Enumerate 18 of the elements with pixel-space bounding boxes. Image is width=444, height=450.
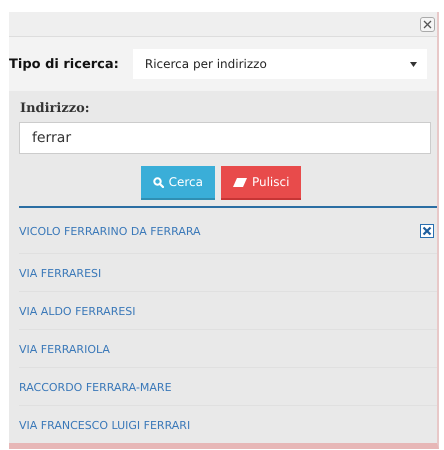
close-button[interactable] [420,16,435,32]
search-icon [152,176,164,188]
close-icon [423,20,432,28]
result-link[interactable]: VIA FRANCESCO LUIGI FERRARI [19,418,190,432]
clear-button[interactable]: Pulisci [220,166,302,200]
address-label: Indirizzo: [20,101,91,116]
result-link[interactable]: VICOLO FERRARINO DA FERRARA [19,224,201,238]
result-link[interactable]: VIA FERRARESI [19,266,102,280]
search-button[interactable]: Cerca [140,166,215,200]
eraser-icon [232,178,247,186]
result-link[interactable]: VIA FERRARIOLA [19,342,110,356]
search-type-label: Tipo di ricerca: [9,56,119,72]
close-results-icon[interactable] [420,224,434,238]
address-field[interactable]: ferrar [19,122,431,154]
result-link[interactable]: RACCORDO FERRARA-MARE [19,380,172,394]
search-type-dropdown[interactable]: Ricerca per indirizzo [132,49,427,79]
result-link[interactable]: VIA ALDO FERRARESI [19,304,136,318]
dropdown-caret-icon [410,62,417,66]
